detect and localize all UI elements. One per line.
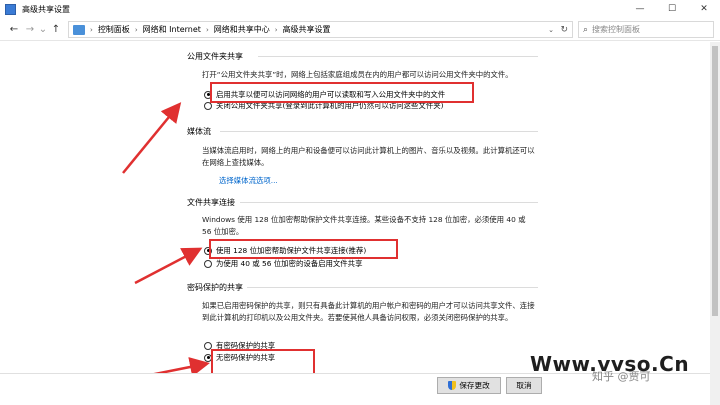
section-title-file-sharing: 文件共享连接	[187, 198, 235, 207]
cancel-button[interactable]: 取消	[506, 377, 542, 394]
recent-locations-chevron-icon[interactable]: ⌄	[38, 24, 48, 35]
breadcrumb-separator-icon: ›	[205, 25, 209, 34]
save-changes-button[interactable]: 保存更改	[437, 377, 501, 394]
close-button[interactable]: ✕	[688, 0, 720, 18]
divider	[240, 202, 538, 203]
address-dropdown-chevron-icon[interactable]: ⌄	[548, 26, 554, 34]
author-watermark: 知乎 @贾可	[592, 370, 651, 383]
public-folder-description: 打开“公用文件夹共享”时，网络上包括家庭组成员在内的用户都可以访问公用文件夹中的…	[202, 70, 513, 79]
breadcrumb-advanced-sharing[interactable]: 高级共享设置	[283, 24, 331, 35]
search-box[interactable]: ⌕	[578, 21, 714, 38]
window-controls: — ☐ ✕	[624, 0, 720, 18]
save-changes-label: 保存更改	[459, 381, 490, 390]
forward-arrow-icon[interactable]: →	[22, 24, 38, 35]
breadcrumb-network-sharing-center[interactable]: 网络和共享中心	[214, 24, 270, 35]
address-bar[interactable]: › 控制面板 › 网络和 Internet › 网络和共享中心 › 高级共享设置…	[68, 21, 573, 38]
section-title-public-folder: 公用文件夹共享	[187, 52, 243, 61]
back-arrow-icon[interactable]: ←	[6, 24, 22, 35]
up-arrow-icon[interactable]: ↑	[48, 24, 64, 35]
breadcrumb-network-internet[interactable]: 网络和 Internet	[143, 24, 201, 35]
cancel-label: 取消	[516, 381, 532, 390]
title-bar: 高级共享设置 — ☐ ✕	[0, 0, 720, 18]
maximize-button[interactable]: ☐	[656, 0, 688, 18]
encryption-40-label: 为使用 40 或 56 位加密的设备启用文件共享	[216, 259, 363, 268]
radio-button[interactable]	[204, 259, 212, 268]
breadcrumb-separator-icon: ›	[274, 25, 278, 34]
highlight-box	[210, 82, 474, 103]
uac-shield-icon	[448, 381, 457, 390]
password-description: 如果已启用密码保护的共享，则只有具备此计算机的用户帐户和密码的用户才可以访问共享…	[202, 301, 535, 322]
encryption-40-option[interactable]: 为使用 40 或 56 位加密的设备启用文件共享	[204, 258, 362, 269]
media-description: 当媒体流启用时，网络上的用户和设备便可以访问此计算机上的图片、音乐以及视频。此计…	[202, 146, 535, 167]
section-title-media: 媒体流	[187, 127, 211, 136]
divider	[247, 287, 538, 288]
divider	[258, 56, 538, 57]
divider	[220, 131, 538, 132]
media-streaming-options-link[interactable]: 选择媒体流选项...	[219, 175, 278, 186]
window-title: 高级共享设置	[22, 4, 70, 14]
search-icon: ⌕	[583, 24, 589, 35]
control-panel-icon	[73, 24, 85, 35]
search-input[interactable]	[592, 25, 703, 34]
breadcrumb-separator-icon: ›	[134, 25, 138, 34]
scrollbar-thumb[interactable]	[712, 46, 718, 316]
vertical-scrollbar[interactable]	[710, 42, 720, 405]
section-title-password: 密码保护的共享	[187, 283, 243, 292]
minimize-button[interactable]: —	[624, 0, 656, 18]
highlight-box	[209, 239, 398, 259]
breadcrumb-control-panel[interactable]: 控制面板	[98, 24, 130, 35]
network-folder-icon	[5, 3, 16, 15]
navigation-bar: ← → ⌄ ↑ › 控制面板 › 网络和 Internet › 网络和共享中心 …	[0, 19, 720, 41]
file-sharing-description: Windows 使用 128 位加密帮助保护文件共享连接。某些设备不支持 128…	[202, 215, 526, 236]
breadcrumb-separator-icon: ›	[90, 25, 93, 34]
refresh-icon[interactable]: ↻	[560, 25, 568, 35]
